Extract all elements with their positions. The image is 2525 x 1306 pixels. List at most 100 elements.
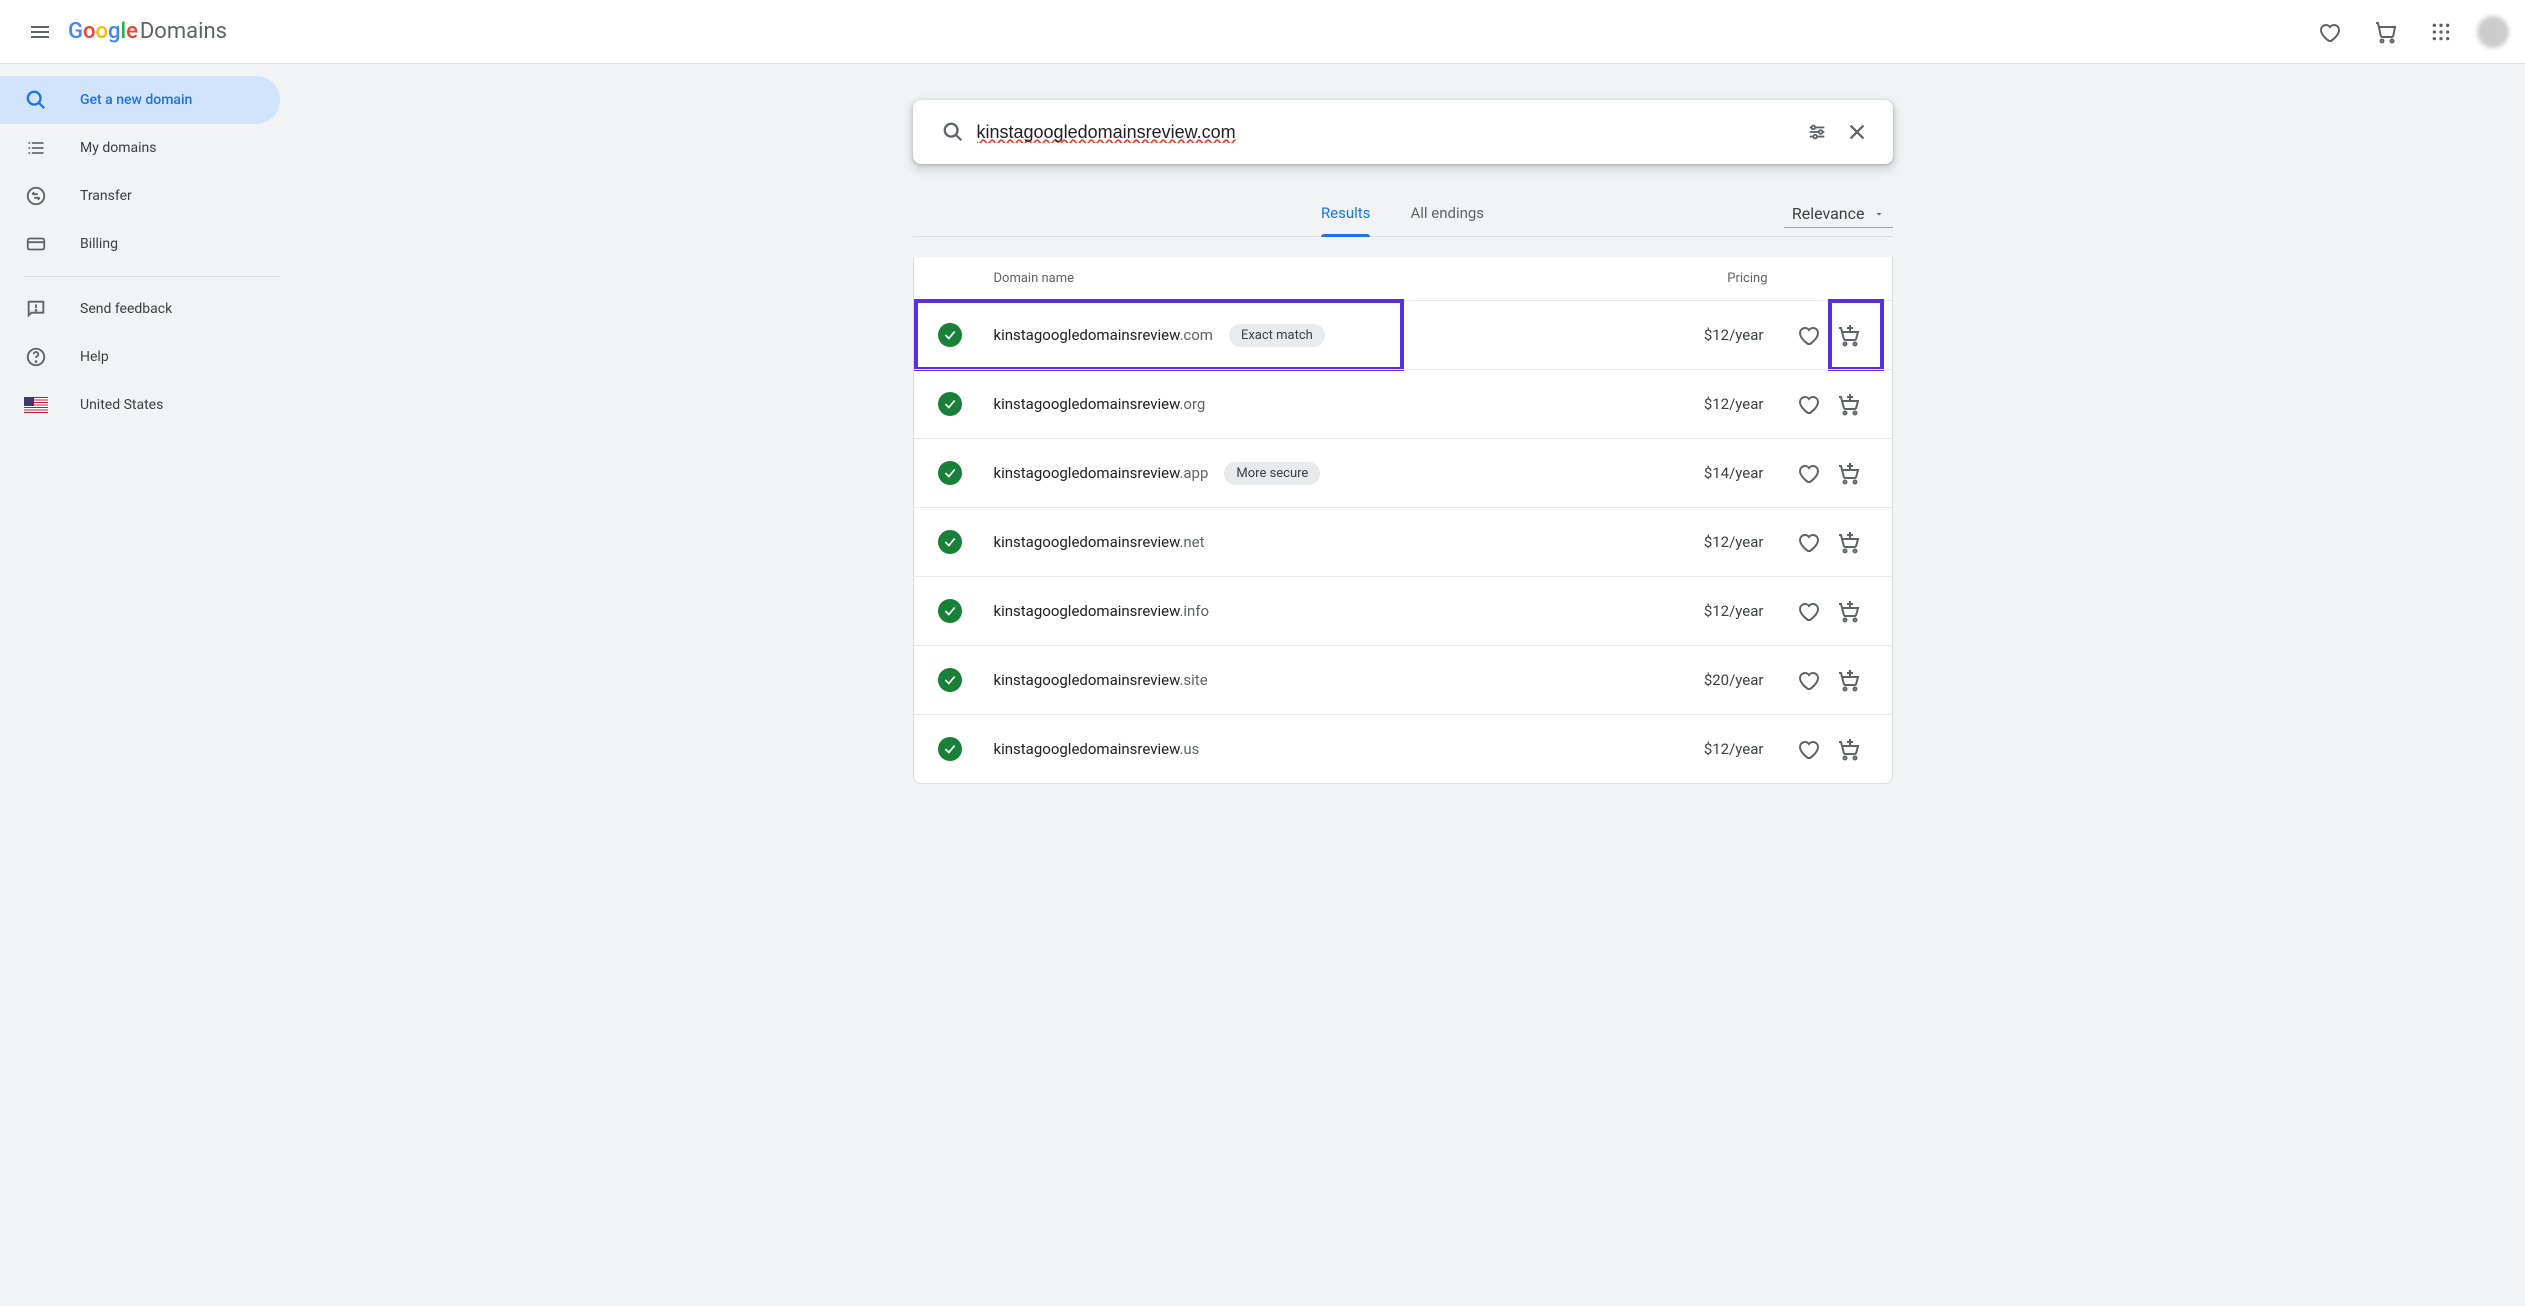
sidebar-item-label: My domains [80, 140, 156, 156]
column-name: Domain name [938, 271, 1668, 286]
google-domains-logo[interactable]: Google Domains [68, 19, 227, 44]
heart-icon [1796, 392, 1820, 416]
available-check-icon [938, 392, 962, 416]
heart-icon [1796, 530, 1820, 554]
close-icon [1846, 121, 1868, 143]
result-row[interactable]: kinstagoogledomainsreview.org$12/year [914, 369, 1892, 438]
domain-name: kinstagoogledomainsreview.site [994, 671, 1704, 689]
heart-icon [2317, 20, 2341, 44]
tune-icon [1806, 121, 1828, 143]
list-icon [24, 138, 48, 158]
sidebar-item-get-domain[interactable]: Get a new domain [0, 76, 280, 124]
favorite-button[interactable] [1788, 315, 1828, 355]
domain-search-bar [913, 100, 1893, 164]
favorite-button[interactable] [1788, 729, 1828, 769]
apps-button[interactable] [2417, 8, 2465, 56]
sidebar-item-help[interactable]: Help [0, 333, 280, 381]
result-row[interactable]: kinstagoogledomainsreview.appMore secure… [914, 438, 1892, 507]
sidebar: Get a new domain My domains Transfer Bil… [0, 64, 280, 1306]
sidebar-item-label: Get a new domain [80, 92, 192, 108]
heart-icon [1796, 737, 1820, 761]
domain-search-input[interactable] [977, 122, 1797, 143]
result-price: $12/year [1704, 740, 1764, 758]
add-to-cart-icon [1836, 668, 1860, 692]
app-header: Google Domains [0, 0, 2525, 64]
card-icon [24, 233, 48, 255]
clear-search-button[interactable] [1837, 121, 1877, 143]
tab-all-endings[interactable]: All endings [1410, 204, 1484, 236]
sidebar-item-transfer[interactable]: Transfer [0, 172, 280, 220]
add-to-cart-icon [1836, 530, 1860, 554]
result-price: $12/year [1704, 533, 1764, 551]
result-row[interactable]: kinstagoogledomainsreview.info$12/year [914, 576, 1892, 645]
feedback-icon [24, 298, 48, 320]
available-check-icon [938, 668, 962, 692]
sidebar-item-label: Help [80, 349, 109, 365]
favorite-button[interactable] [1788, 384, 1828, 424]
add-to-cart-button[interactable] [1828, 591, 1868, 631]
available-check-icon [938, 599, 962, 623]
available-check-icon [938, 461, 962, 485]
add-to-cart-button[interactable] [1828, 384, 1868, 424]
domain-name: kinstagoogledomainsreview.org [994, 395, 1704, 413]
hamburger-icon [28, 20, 52, 44]
cart-button[interactable] [2361, 8, 2409, 56]
heart-icon [1796, 668, 1820, 692]
apps-grid-icon [2431, 22, 2451, 42]
add-to-cart-button[interactable] [1828, 729, 1868, 769]
add-to-cart-button[interactable] [1828, 660, 1868, 700]
product-name: Domains [140, 19, 227, 44]
favorite-button[interactable] [1788, 591, 1828, 631]
favorite-button[interactable] [1788, 660, 1828, 700]
result-row[interactable]: kinstagoogledomainsreview.comExact match… [914, 300, 1892, 369]
sidebar-item-feedback[interactable]: Send feedback [0, 285, 280, 333]
search-filters-button[interactable] [1797, 121, 1837, 143]
sidebar-item-label: Transfer [80, 188, 132, 204]
add-to-cart-icon [1836, 599, 1860, 623]
favorite-button[interactable] [1788, 522, 1828, 562]
heart-icon [1796, 323, 1820, 347]
sidebar-item-label: United States [80, 397, 163, 413]
result-price: $12/year [1704, 602, 1764, 620]
sidebar-item-billing[interactable]: Billing [0, 220, 280, 268]
add-to-cart-icon [1836, 737, 1860, 761]
results-table: Domain name Pricing kinstagoogledomainsr… [913, 257, 1893, 784]
search-icon [929, 121, 977, 143]
us-flag-icon [24, 397, 48, 413]
sort-label: Relevance [1792, 204, 1865, 223]
main-menu-button[interactable] [16, 8, 64, 56]
help-icon [24, 346, 48, 368]
favorites-button[interactable] [2305, 8, 2353, 56]
domain-name: kinstagoogledomainsreview.info [994, 602, 1704, 620]
results-tabs-row: Results All endings Relevance [913, 204, 1893, 237]
sidebar-item-my-domains[interactable]: My domains [0, 124, 280, 172]
transfer-icon [24, 185, 48, 207]
domain-name: kinstagoogledomainsreview.comExact match [994, 324, 1704, 347]
available-check-icon [938, 530, 962, 554]
tab-results[interactable]: Results [1321, 204, 1371, 236]
column-price: Pricing [1668, 271, 1868, 286]
sidebar-divider [24, 276, 280, 277]
add-to-cart-button[interactable] [1828, 453, 1868, 493]
search-icon [24, 89, 48, 111]
result-price: $12/year [1704, 326, 1764, 344]
domain-name: kinstagoogledomainsreview.us [994, 740, 1704, 758]
add-to-cart-icon [1836, 392, 1860, 416]
result-price: $12/year [1704, 395, 1764, 413]
favorite-button[interactable] [1788, 453, 1828, 493]
add-to-cart-button[interactable] [1828, 522, 1868, 562]
sidebar-item-country[interactable]: United States [0, 381, 280, 429]
account-avatar[interactable] [2477, 16, 2509, 48]
result-price: $14/year [1704, 464, 1764, 482]
result-row[interactable]: kinstagoogledomainsreview.us$12/year [914, 714, 1892, 783]
add-to-cart-button[interactable] [1828, 315, 1868, 355]
available-check-icon [938, 737, 962, 761]
result-badge: More secure [1224, 462, 1320, 485]
result-row[interactable]: kinstagoogledomainsreview.net$12/year [914, 507, 1892, 576]
result-price: $20/year [1704, 671, 1764, 689]
add-to-cart-icon [1836, 323, 1860, 347]
sort-dropdown[interactable]: Relevance [1784, 200, 1893, 228]
add-to-cart-icon [1836, 461, 1860, 485]
domain-name: kinstagoogledomainsreview.appMore secure [994, 462, 1704, 485]
result-row[interactable]: kinstagoogledomainsreview.site$20/year [914, 645, 1892, 714]
